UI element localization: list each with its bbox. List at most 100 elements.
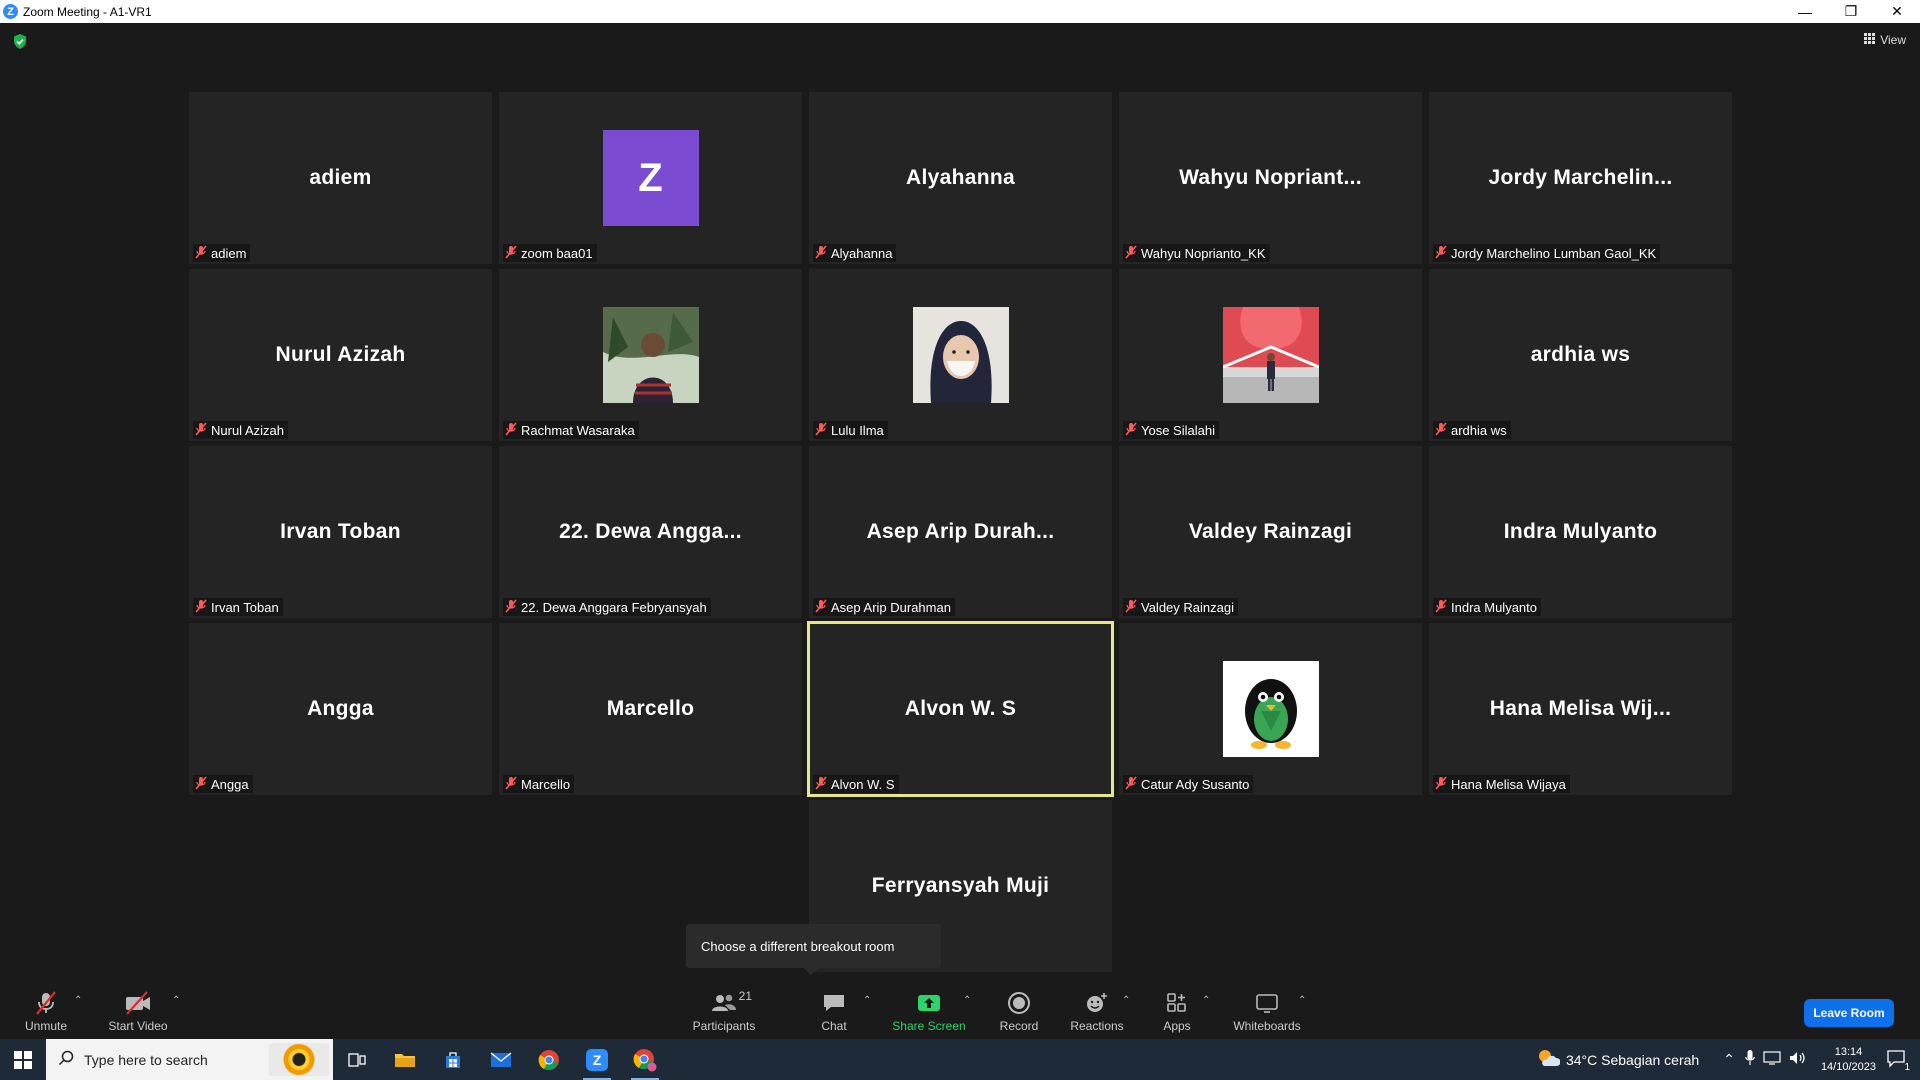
close-button[interactable]: ✕: [1874, 0, 1920, 23]
participant-tile[interactable]: Rachmat Wasaraka: [499, 269, 802, 441]
participant-name: Marcello: [521, 776, 571, 792]
chat-label: Chat: [821, 1019, 847, 1033]
participant-name: Alyahanna: [831, 245, 893, 261]
participant-display-name: Angga: [307, 697, 374, 720]
reactions-options-caret[interactable]: ⌃: [1122, 995, 1130, 1006]
file-explorer-icon[interactable]: [381, 1039, 429, 1080]
participant-display-name: Irvan Toban: [280, 520, 401, 543]
participant-tile[interactable]: 22. Dewa Angga... 22. Dewa Anggara Febrya…: [499, 446, 802, 618]
leave-room-button[interactable]: Leave Room: [1804, 999, 1894, 1027]
participant-tile[interactable]: adiem adiem: [189, 92, 492, 264]
microphone-icon[interactable]: [1745, 1050, 1755, 1069]
participant-tile[interactable]: Catur Ady Susanto: [1119, 623, 1422, 795]
muted-mic-icon: [1125, 421, 1137, 439]
taskbar-clock[interactable]: 13:14 14/10/2023: [1821, 1045, 1876, 1075]
participant-name-label: Wahyu Noprianto_KK: [1123, 244, 1270, 262]
muted-mic-icon: [815, 598, 827, 616]
reactions-button[interactable]: Reactions: [1069, 983, 1125, 1039]
participant-name-label: Alyahanna: [813, 244, 897, 262]
participant-name-label: zoom baa01: [503, 244, 597, 262]
participant-name-label: Angga: [193, 775, 253, 793]
start-video-button[interactable]: Start Video: [106, 983, 170, 1039]
participant-display-name: 22. Dewa Angga...: [559, 520, 742, 543]
whiteboards-label: Whiteboards: [1233, 1019, 1301, 1033]
taskbar-search-box[interactable]: Type here to search: [46, 1039, 333, 1080]
meeting-toolbar: Unmute ⌃ Start Video ⌃ 21 Participants C…: [0, 983, 1920, 1039]
muted-mic-icon: [815, 244, 827, 262]
unmute-label: Unmute: [24, 1019, 68, 1033]
notification-center-icon[interactable]: 1: [1886, 1048, 1910, 1073]
apps-button[interactable]: Apps: [1160, 983, 1194, 1039]
security-shield-icon[interactable]: [13, 34, 27, 54]
participant-tile[interactable]: Wahyu Nopriant... Wahyu Noprianto_KK: [1119, 92, 1422, 264]
participant-name: Nurul Azizah: [211, 422, 284, 438]
clock-date: 14/10/2023: [1820, 1060, 1876, 1073]
participant-name-label: Lulu Ilma: [813, 421, 888, 439]
participant-tile[interactable]: Irvan Toban Irvan Toban: [189, 446, 492, 618]
whiteboards-options-caret[interactable]: ⌃: [1298, 995, 1306, 1006]
muted-mic-icon: [1125, 775, 1137, 793]
participants-button[interactable]: 21 Participants: [690, 983, 758, 1039]
share-screen-button[interactable]: Share Screen: [890, 983, 968, 1039]
participant-tile[interactable]: Hana Melisa Wij... Hana Melisa Wijaya: [1429, 623, 1732, 795]
share-options-caret[interactable]: ⌃: [963, 995, 971, 1006]
video-options-caret[interactable]: ⌃: [172, 995, 180, 1006]
breakout-room-tooltip[interactable]: Choose a different breakout room: [686, 924, 941, 975]
participant-tile[interactable]: Valdey Rainzagi Valdey Rainzagi: [1119, 446, 1422, 618]
chat-button[interactable]: Chat: [812, 983, 856, 1039]
participant-tile[interactable]: Angga Angga: [189, 623, 492, 795]
chat-options-caret[interactable]: ⌃: [863, 995, 871, 1006]
participant-tile[interactable]: Jordy Marchelin... Jordy Marchelino Lumba…: [1429, 92, 1732, 264]
participant-name: Hana Melisa Wijaya: [1451, 776, 1566, 792]
whiteboards-button[interactable]: Whiteboards: [1230, 983, 1304, 1039]
speaker-icon[interactable]: [1789, 1051, 1807, 1068]
muted-mic-icon: [505, 244, 517, 262]
participant-tile[interactable]: Marcello Marcello: [499, 623, 802, 795]
chrome-icon[interactable]: [525, 1039, 573, 1080]
restore-button[interactable]: ❐: [1828, 0, 1874, 23]
participant-tile[interactable]: Lulu Ilma: [809, 269, 1112, 441]
participant-name: zoom baa01: [521, 245, 593, 261]
minimize-button[interactable]: —: [1782, 0, 1828, 23]
participant-tile[interactable]: Zzoom baa01: [499, 92, 802, 264]
mail-icon[interactable]: [477, 1039, 525, 1080]
participant-tile[interactable]: ardhia ws ardhia ws: [1429, 269, 1732, 441]
unmute-button[interactable]: Unmute: [22, 983, 70, 1039]
zoom-taskbar-icon[interactable]: Z: [573, 1039, 621, 1080]
participant-tile[interactable]: Indra Mulyanto Indra Mulyanto: [1429, 446, 1732, 618]
participant-name: Jordy Marchelino Lumban Gaol_KK: [1451, 245, 1657, 261]
video-off-icon: [123, 989, 153, 1017]
participant-name: Alvon W. S: [831, 776, 895, 792]
participant-tile[interactable]: Nurul Azizah Nurul Azizah: [189, 269, 492, 441]
apps-options-caret[interactable]: ⌃: [1202, 995, 1210, 1006]
view-button[interactable]: View: [1864, 33, 1906, 47]
participant-name: Indra Mulyanto: [1451, 599, 1537, 615]
windows-start-button[interactable]: [0, 1039, 46, 1080]
participant-name-label: 22. Dewa Anggara Febryansyah: [503, 598, 711, 616]
windows-taskbar: Type here to search Z 34°C Sebagian cera…: [0, 1039, 1920, 1080]
participant-photo: [1222, 661, 1319, 757]
participant-tile[interactable]: Yose Silalahi: [1119, 269, 1422, 441]
participant-tile[interactable]: Alvon W. S Alvon W. S: [807, 621, 1114, 797]
participant-name: adiem: [211, 245, 247, 261]
participant-display-name: Asep Arip Durah...: [866, 520, 1055, 543]
participant-tile[interactable]: Alyahanna Alyahanna: [809, 92, 1112, 264]
microsoft-store-icon[interactable]: [429, 1039, 477, 1080]
participant-name-label: Marcello: [503, 775, 575, 793]
participant-name-label: Nurul Azizah: [193, 421, 288, 439]
audio-options-caret[interactable]: ⌃: [74, 995, 82, 1006]
network-icon[interactable]: [1763, 1051, 1781, 1068]
record-button[interactable]: Record: [997, 983, 1041, 1039]
participant-name-label: Alvon W. S: [813, 775, 899, 793]
show-hidden-icons-icon[interactable]: ⌃: [1723, 1051, 1735, 1068]
participant-name-label: adiem: [193, 244, 251, 262]
participant-name: ardhia ws: [1451, 422, 1507, 438]
participant-display-name: adiem: [309, 166, 372, 189]
muted-mic-icon: [1435, 598, 1447, 616]
apps-icon: [1166, 989, 1188, 1017]
participant-tile[interactable]: Asep Arip Durah... Asep Arip Durahman: [809, 446, 1112, 618]
task-view-icon[interactable]: [333, 1039, 381, 1080]
weather-text[interactable]: 34°C Sebagian cerah: [1566, 1052, 1699, 1068]
chrome-profile-icon[interactable]: [621, 1039, 669, 1080]
weather-icon[interactable]: [1536, 1048, 1561, 1071]
